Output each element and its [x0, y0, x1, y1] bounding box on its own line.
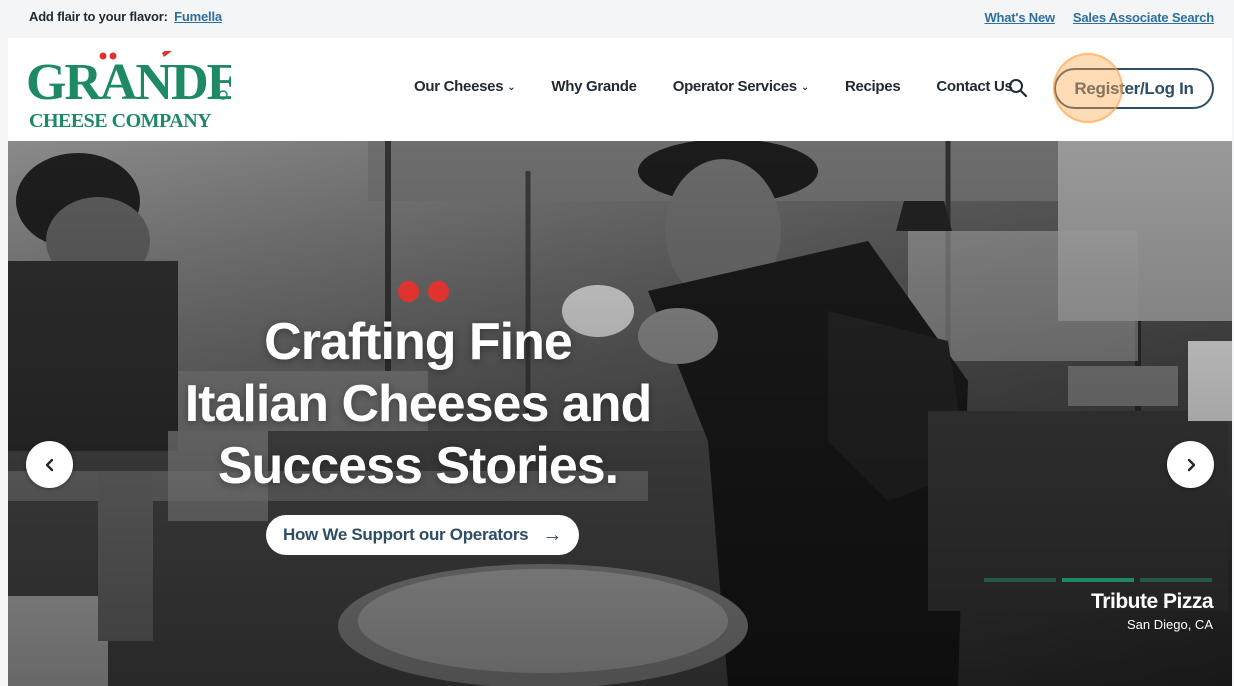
headline-line-1: Crafting Fine — [264, 313, 573, 371]
chevron-right-icon — [1187, 458, 1195, 471]
headline-line-2: Italian Cheeses and — [184, 375, 653, 433]
slide-indicator-3[interactable] — [1140, 578, 1212, 582]
slide-indicator-2[interactable] — [1062, 578, 1134, 582]
nav-our-cheeses[interactable]: Our Cheeses ⌄ — [414, 78, 516, 95]
nav-why-grande[interactable]: Why Grande — [551, 78, 637, 95]
arrow-right-icon: → — [542, 523, 563, 546]
cta-label: How We Support our Operators — [282, 525, 529, 544]
caption-name: Tribute Pizza — [1091, 590, 1213, 613]
hero-headline: Crafting Fine Italian Cheeses and Succes… — [158, 311, 678, 497]
nav-why-grande-label: Why Grande — [551, 78, 637, 95]
fumella-link[interactable]: Fumella — [174, 9, 222, 24]
carousel-progress — [984, 578, 1212, 582]
nav-operator-services[interactable]: Operator Services ⌄ — [672, 78, 810, 95]
caption-location: San Diego, CA — [1127, 617, 1213, 632]
red-dot — [428, 281, 449, 302]
chevron-left-icon — [45, 458, 53, 471]
flair-promo: Add flair to your flavor: Fumella — [29, 9, 222, 24]
hero-carousel: Crafting Fine Italian Cheeses and Succes… — [8, 141, 1232, 686]
search-button[interactable] — [1008, 78, 1028, 98]
carousel-next-button[interactable] — [1167, 441, 1214, 488]
sales-associate-search-link[interactable]: Sales Associate Search — [1073, 10, 1214, 25]
chevron-down-icon: ⌄ — [507, 82, 516, 93]
nav-our-cheeses-label: Our Cheeses — [414, 78, 504, 95]
slide-indicator-1[interactable] — [984, 578, 1056, 582]
whats-new-link[interactable]: What's New — [984, 10, 1055, 25]
search-icon — [1009, 79, 1028, 98]
carousel-prev-button[interactable] — [26, 441, 73, 488]
utility-bar: Add flair to your flavor: Fumella What's… — [0, 0, 1234, 38]
chevron-down-icon: ⌄ — [800, 82, 809, 93]
site-header: GRANDE CHEESE COMPANY Our Cheeses ⌄ Why … — [8, 38, 1232, 141]
svg-text:GRANDE: GRANDE — [26, 54, 231, 111]
main-nav: Our Cheeses ⌄ Why Grande Operator Servic… — [414, 78, 1013, 95]
slide-caption: Tribute Pizza San Diego, CA — [1091, 590, 1213, 632]
brand-dots-decoration — [398, 281, 449, 302]
register-login-button[interactable]: Register/Log In — [1054, 68, 1214, 109]
headline-line-3: Success Stories. — [217, 437, 619, 495]
utility-links: What's New Sales Associate Search — [984, 10, 1214, 25]
nav-operator-services-label: Operator Services — [672, 78, 797, 95]
nav-contact-us[interactable]: Contact Us — [936, 78, 1012, 95]
flair-text: Add flair to your flavor: — [29, 9, 168, 24]
how-we-support-operators-button[interactable]: How We Support our Operators → — [266, 515, 579, 555]
red-dot — [398, 281, 419, 302]
logo-graphic: GRANDE CHEESE COMPANY — [26, 47, 242, 132]
nav-contact-us-label: Contact Us — [936, 78, 1013, 95]
nav-recipes-label: Recipes — [844, 78, 901, 95]
svg-text:CHEESE COMPANY: CHEESE COMPANY — [29, 110, 212, 131]
grande-logo[interactable]: GRANDE CHEESE COMPANY — [26, 47, 242, 132]
nav-recipes[interactable]: Recipes — [844, 78, 901, 95]
